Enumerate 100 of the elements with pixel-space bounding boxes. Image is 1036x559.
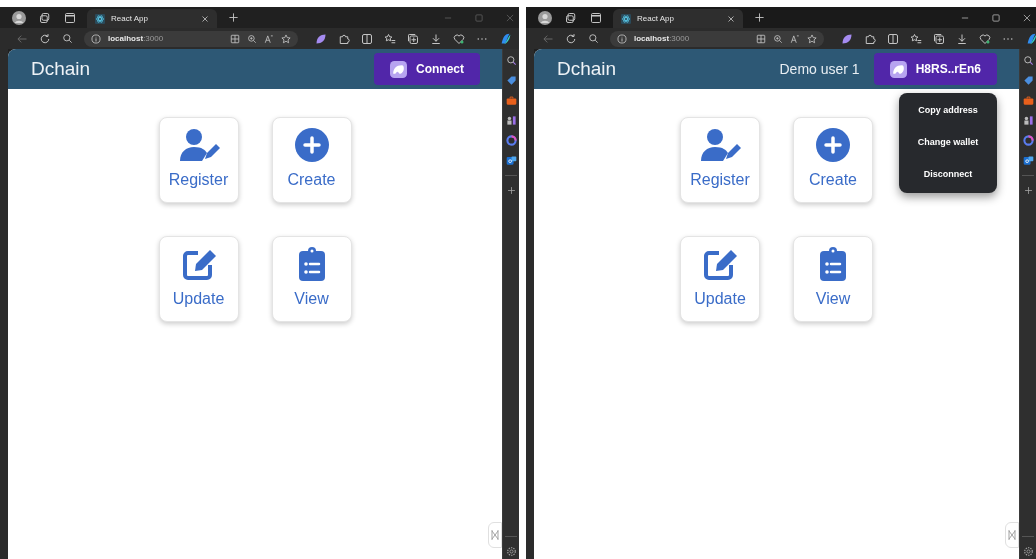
tile-label: Create [287,170,336,190]
settings-icon[interactable] [505,546,517,557]
heart-pulse-icon[interactable] [453,32,465,45]
create-tile[interactable]: Create [271,117,352,203]
expand-icon [491,529,499,541]
briefcase-icon[interactable] [505,95,517,106]
menu-item[interactable]: Change wallet [899,128,997,158]
new-tab-icon[interactable] [754,12,765,23]
edit-icon [703,247,737,281]
edit-icon [181,247,216,281]
star-icon[interactable] [807,33,817,44]
profile-avatar-icon[interactable] [538,10,552,25]
leaf-extension-icon[interactable] [315,32,327,45]
view-tile[interactable]: View [793,236,873,322]
read-aloud-icon[interactable] [790,33,800,44]
tag-icon[interactable] [505,75,517,86]
browser-tab[interactable]: React App [613,9,743,28]
brand-title: Dchain [557,56,618,81]
read-aloud-icon[interactable] [264,33,274,44]
tile-label: Update [172,289,225,309]
collections-icon[interactable] [933,32,945,45]
close-icon[interactable] [1022,12,1032,23]
heart-pulse-icon[interactable] [979,32,991,45]
tile-label: View [294,289,329,309]
search-icon[interactable] [62,33,73,44]
brand-title: Dchain [31,56,92,81]
tile-label: View [815,289,851,309]
wallet-label: H8RS..rEn6 [915,61,981,78]
grid-icon[interactable] [230,33,240,44]
search-icon[interactable] [1022,55,1034,66]
create-tile[interactable]: Create [793,117,873,203]
add-icon[interactable] [505,185,517,196]
split-screen-icon[interactable] [887,32,899,45]
menu-item[interactable]: Copy address [899,96,997,126]
expand-icon [1008,529,1016,541]
tab-title: React App [111,12,149,25]
menu-item[interactable]: Disconnect [899,160,997,190]
info-icon[interactable] [91,33,101,44]
tile-label: Register [690,170,750,190]
wallet-logo-icon [390,60,407,78]
download-icon[interactable] [430,32,442,45]
react-logo-icon [95,13,105,24]
plus-circle-icon [816,128,850,162]
plus-circle-icon [294,128,329,162]
view-tile[interactable]: View [271,236,352,322]
close-icon[interactable] [201,14,209,23]
collections-icon[interactable] [407,32,419,45]
tile-label: Register [168,170,229,190]
wallet-button[interactable]: Connect [374,53,480,85]
address-bar[interactable]: localhost:3000 [610,30,824,47]
tabs-icon[interactable] [64,11,76,24]
tile-label: Update [694,289,746,309]
address-bar[interactable]: localhost:3000 [84,30,298,47]
tabs-icon[interactable] [590,11,602,24]
tab-title: React App [637,12,675,25]
info-icon[interactable] [617,33,627,44]
sidebar-toggle[interactable] [488,522,502,548]
clipboard-list-icon [820,247,846,281]
download-icon[interactable] [956,32,968,45]
workspaces-icon[interactable] [565,11,577,24]
split-screen-icon[interactable] [361,32,373,45]
refresh-icon[interactable] [565,32,577,45]
mail-app-icon[interactable] [505,155,517,166]
workspaces-icon[interactable] [39,11,51,24]
register-tile[interactable]: Register [158,117,239,203]
grid-icon[interactable] [756,33,766,44]
new-tab-icon[interactable] [228,12,239,23]
user-pen-icon [177,128,220,162]
wallet-logo-icon [889,60,907,78]
favorites-icon[interactable] [910,32,922,45]
register-tile[interactable]: Register [680,117,760,203]
tag-icon[interactable] [1022,75,1034,86]
favorites-icon[interactable] [384,32,396,45]
star-icon[interactable] [281,33,291,44]
mail-app-icon[interactable] [1022,155,1034,166]
user-pen-icon [699,128,741,162]
tile-label: Create [809,170,857,190]
update-tile[interactable]: Update [680,236,760,322]
user-name: Demo user 1 [779,59,860,79]
zoom-icon[interactable] [773,33,783,44]
clipboard-list-icon [298,247,325,281]
maximize-icon[interactable] [991,12,1001,23]
profile-avatar-icon[interactable] [12,10,26,25]
leaf-extension-icon[interactable] [841,32,853,45]
add-icon[interactable] [1022,185,1034,196]
wallet-button[interactable]: H8RS..rEn6 [873,53,997,85]
wallet-label: Connect [416,61,464,78]
zoom-icon[interactable] [247,33,257,44]
refresh-icon[interactable] [39,32,51,45]
search-icon[interactable] [505,55,517,66]
close-icon[interactable] [727,14,735,23]
sidebar-toggle[interactable] [1005,522,1019,548]
briefcase-icon[interactable] [1022,95,1034,106]
url-text: localhost:3000 [634,32,691,45]
browser-tab[interactable]: React App [87,9,217,28]
settings-icon[interactable] [1022,546,1034,557]
react-logo-icon [621,13,631,24]
update-tile[interactable]: Update [158,236,239,322]
search-icon[interactable] [588,33,599,44]
url-text: localhost:3000 [108,32,165,45]
